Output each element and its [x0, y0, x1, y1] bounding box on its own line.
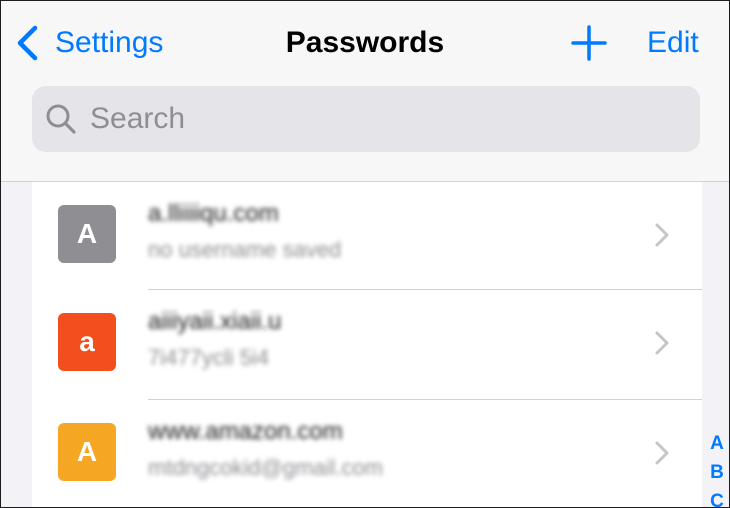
- site-icon-letter: A: [76, 436, 98, 467]
- page-title: Passwords: [285, 26, 445, 59]
- site-icon-letter: a: [79, 326, 95, 357]
- site-icon: a: [58, 313, 116, 371]
- username: no username saved: [148, 237, 342, 262]
- plus-icon: [571, 25, 607, 61]
- site-icon: A: [58, 423, 116, 481]
- username: 7i477ycli 5i4: [148, 345, 270, 370]
- site-icon: A: [58, 205, 116, 263]
- section-index[interactable]: A B C: [707, 429, 727, 507]
- index-letter[interactable]: C: [707, 487, 727, 507]
- password-row[interactable]: A a.lliiiiqu.com no username saved: [32, 182, 702, 292]
- screen: Settings Passwords Edit A a.lliiiiqu.com…: [0, 0, 730, 508]
- password-row[interactable]: a aiiiyaii.xiaii.u 7i477ycli 5i4: [32, 290, 702, 400]
- navigation-bar: Settings Passwords Edit: [1, 1, 729, 182]
- site-name: www.amazon.com: [148, 418, 343, 445]
- chevron-right-icon: [655, 331, 669, 355]
- search-icon: [46, 104, 76, 134]
- search-bar[interactable]: [32, 86, 700, 152]
- chevron-right-icon: [655, 223, 669, 247]
- edit-button[interactable]: Edit: [647, 23, 699, 63]
- index-letter[interactable]: B: [707, 458, 727, 487]
- site-name: aiiiyaii.xiaii.u: [148, 308, 282, 335]
- username: mtdngcokid@gmail.com: [148, 455, 384, 480]
- password-row[interactable]: A www.amazon.com mtdngcokid@gmail.com: [32, 400, 702, 507]
- add-button[interactable]: [571, 25, 607, 61]
- site-icon-letter: A: [76, 218, 98, 249]
- site-name: a.lliiiiqu.com: [148, 200, 279, 227]
- chevron-right-icon: [655, 441, 669, 465]
- search-input[interactable]: [88, 101, 652, 137]
- index-letter[interactable]: A: [707, 429, 727, 458]
- password-list: A a.lliiiiqu.com no username saved a aii…: [32, 182, 702, 507]
